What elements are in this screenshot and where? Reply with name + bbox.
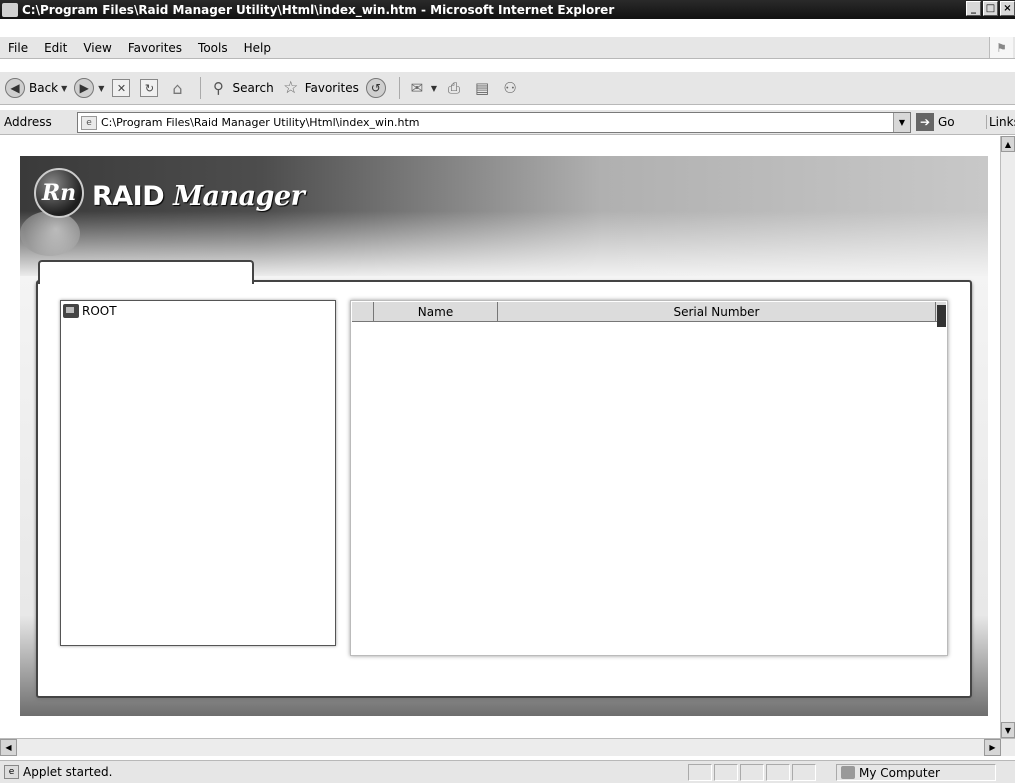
print-icon: ⎙: [448, 79, 461, 97]
page-icon: e: [81, 115, 97, 130]
tree-root-label: ROOT: [82, 304, 117, 318]
raid-manager-applet: Rn RAID Manager ROOT Name Serial Number: [20, 156, 988, 716]
close-button[interactable]: ×: [1000, 1, 1015, 16]
forward-button[interactable]: ▶ ▼: [73, 77, 104, 99]
device-list-panel[interactable]: Name Serial Number: [350, 300, 948, 656]
status-bar: e Applet started. My Computer: [0, 760, 1015, 783]
minimize-button[interactable]: _: [966, 1, 981, 16]
vertical-scrollbar[interactable]: ▲ ▼: [1000, 136, 1015, 738]
status-segment: [766, 764, 790, 781]
history-button[interactable]: ↺: [365, 77, 387, 99]
status-text: Applet started.: [23, 765, 113, 779]
address-dropdown-icon[interactable]: ▼: [893, 113, 910, 132]
back-dropdown-icon[interactable]: ▼: [61, 84, 67, 93]
horizontal-scrollbar[interactable]: ◀ ▶: [0, 738, 1015, 756]
title-bar: C:\Program Files\Raid Manager Utility\Ht…: [0, 0, 1015, 19]
status-segment: [740, 764, 764, 781]
list-scroll-thumb[interactable]: [937, 305, 946, 327]
device-tree-panel[interactable]: ROOT: [60, 300, 336, 646]
mail-icon: ✉: [410, 79, 424, 97]
column-header-serial-number[interactable]: Serial Number: [498, 302, 936, 321]
scroll-left-icon[interactable]: ◀: [0, 739, 17, 756]
scroll-down-icon[interactable]: ▼: [1001, 722, 1015, 738]
toolbar-separator-2: [398, 77, 400, 99]
page-viewport: Rn RAID Manager ROOT Name Serial Number: [0, 136, 1000, 736]
my-computer-icon: [841, 766, 855, 779]
window-title: C:\Program Files\Raid Manager Utility\Ht…: [22, 2, 615, 17]
menu-edit[interactable]: Edit: [36, 41, 75, 55]
status-segment: [714, 764, 738, 781]
print-button[interactable]: ⎙: [443, 77, 465, 99]
home-icon: ⌂: [172, 78, 183, 98]
stop-button[interactable]: ✕: [110, 77, 132, 99]
disc-graphic: [20, 211, 80, 256]
back-arrow-icon: ◀: [5, 78, 25, 98]
search-icon: ⚲: [212, 79, 224, 97]
column-header-blank[interactable]: [352, 302, 374, 321]
standard-toolbar: ◀ Back ▼ ▶ ▼ ✕ ↻ ⌂ ⚲ Search ☆ Favorites …: [0, 72, 1015, 105]
home-button[interactable]: ⌂: [166, 77, 188, 99]
root-node-icon: [63, 304, 79, 318]
raid-manager-logo-badge: Rn: [34, 168, 84, 218]
go-button[interactable]: ➔ Go: [916, 113, 955, 131]
refresh-icon: ↻: [140, 79, 159, 97]
status-segment: [792, 764, 816, 781]
address-label: Address: [4, 115, 52, 129]
scroll-up-icon[interactable]: ▲: [1001, 136, 1015, 152]
messenger-button[interactable]: ⚇: [499, 77, 521, 99]
stop-icon: ✕: [112, 79, 131, 97]
menu-tools[interactable]: Tools: [190, 41, 236, 55]
scroll-right-icon[interactable]: ▶: [984, 739, 1001, 756]
tree-root-node[interactable]: ROOT: [63, 304, 117, 318]
raid-manager-logo: RAID Manager: [92, 181, 305, 212]
applet-header: Rn RAID Manager: [20, 156, 988, 276]
status-page-icon: e: [4, 765, 19, 779]
back-label: Back: [29, 81, 59, 95]
messenger-icon: ⚇: [503, 79, 517, 97]
mail-dropdown-icon[interactable]: ▼: [431, 84, 437, 93]
maximize-button[interactable]: □: [983, 1, 998, 16]
search-label: Search: [232, 81, 274, 95]
refresh-button[interactable]: ↻: [138, 77, 160, 99]
address-input[interactable]: e C:\Program Files\Raid Manager Utility\…: [77, 112, 911, 133]
menu-view[interactable]: View: [75, 41, 119, 55]
forward-arrow-icon: ▶: [74, 78, 95, 98]
ie-app-icon[interactable]: [2, 2, 18, 17]
logo-manager-text: Manager: [173, 181, 305, 212]
edit-button[interactable]: ▤: [471, 77, 493, 99]
windows-flag-icon: ⚑: [989, 37, 1013, 58]
menu-bar: File Edit View Favorites Tools Help ⚑: [0, 37, 1015, 59]
menu-file[interactable]: File: [0, 41, 36, 55]
toolbar-separator: [200, 77, 202, 99]
mail-button[interactable]: ✉ ▼: [406, 77, 437, 99]
favorites-label: Favorites: [304, 81, 359, 95]
menu-help[interactable]: Help: [236, 41, 279, 55]
security-zone: My Computer: [836, 764, 996, 781]
window-controls: _ □ ×: [964, 1, 1015, 16]
back-button[interactable]: ◀ Back ▼: [4, 77, 67, 99]
logo-raid-text: RAID: [92, 181, 165, 212]
menu-favorites[interactable]: Favorites: [120, 41, 190, 55]
favorites-button[interactable]: ☆ Favorites: [280, 77, 359, 99]
applet-tab[interactable]: [38, 260, 254, 284]
favorites-star-icon: ☆: [283, 78, 299, 98]
status-segment: [688, 764, 712, 781]
go-arrow-icon: ➔: [916, 113, 934, 131]
column-header-name[interactable]: Name: [374, 302, 498, 321]
history-icon: ↺: [365, 78, 386, 98]
address-bar: Address e C:\Program Files\Raid Manager …: [0, 110, 1015, 135]
zone-label: My Computer: [859, 765, 940, 780]
address-url[interactable]: C:\Program Files\Raid Manager Utility\Ht…: [101, 116, 419, 129]
links-button[interactable]: Links: [986, 115, 1015, 129]
go-label: Go: [938, 115, 955, 129]
edit-page-icon: ▤: [474, 79, 490, 97]
search-button[interactable]: ⚲ Search: [207, 77, 274, 99]
list-header: Name Serial Number: [352, 302, 946, 322]
forward-dropdown-icon[interactable]: ▼: [98, 84, 104, 93]
